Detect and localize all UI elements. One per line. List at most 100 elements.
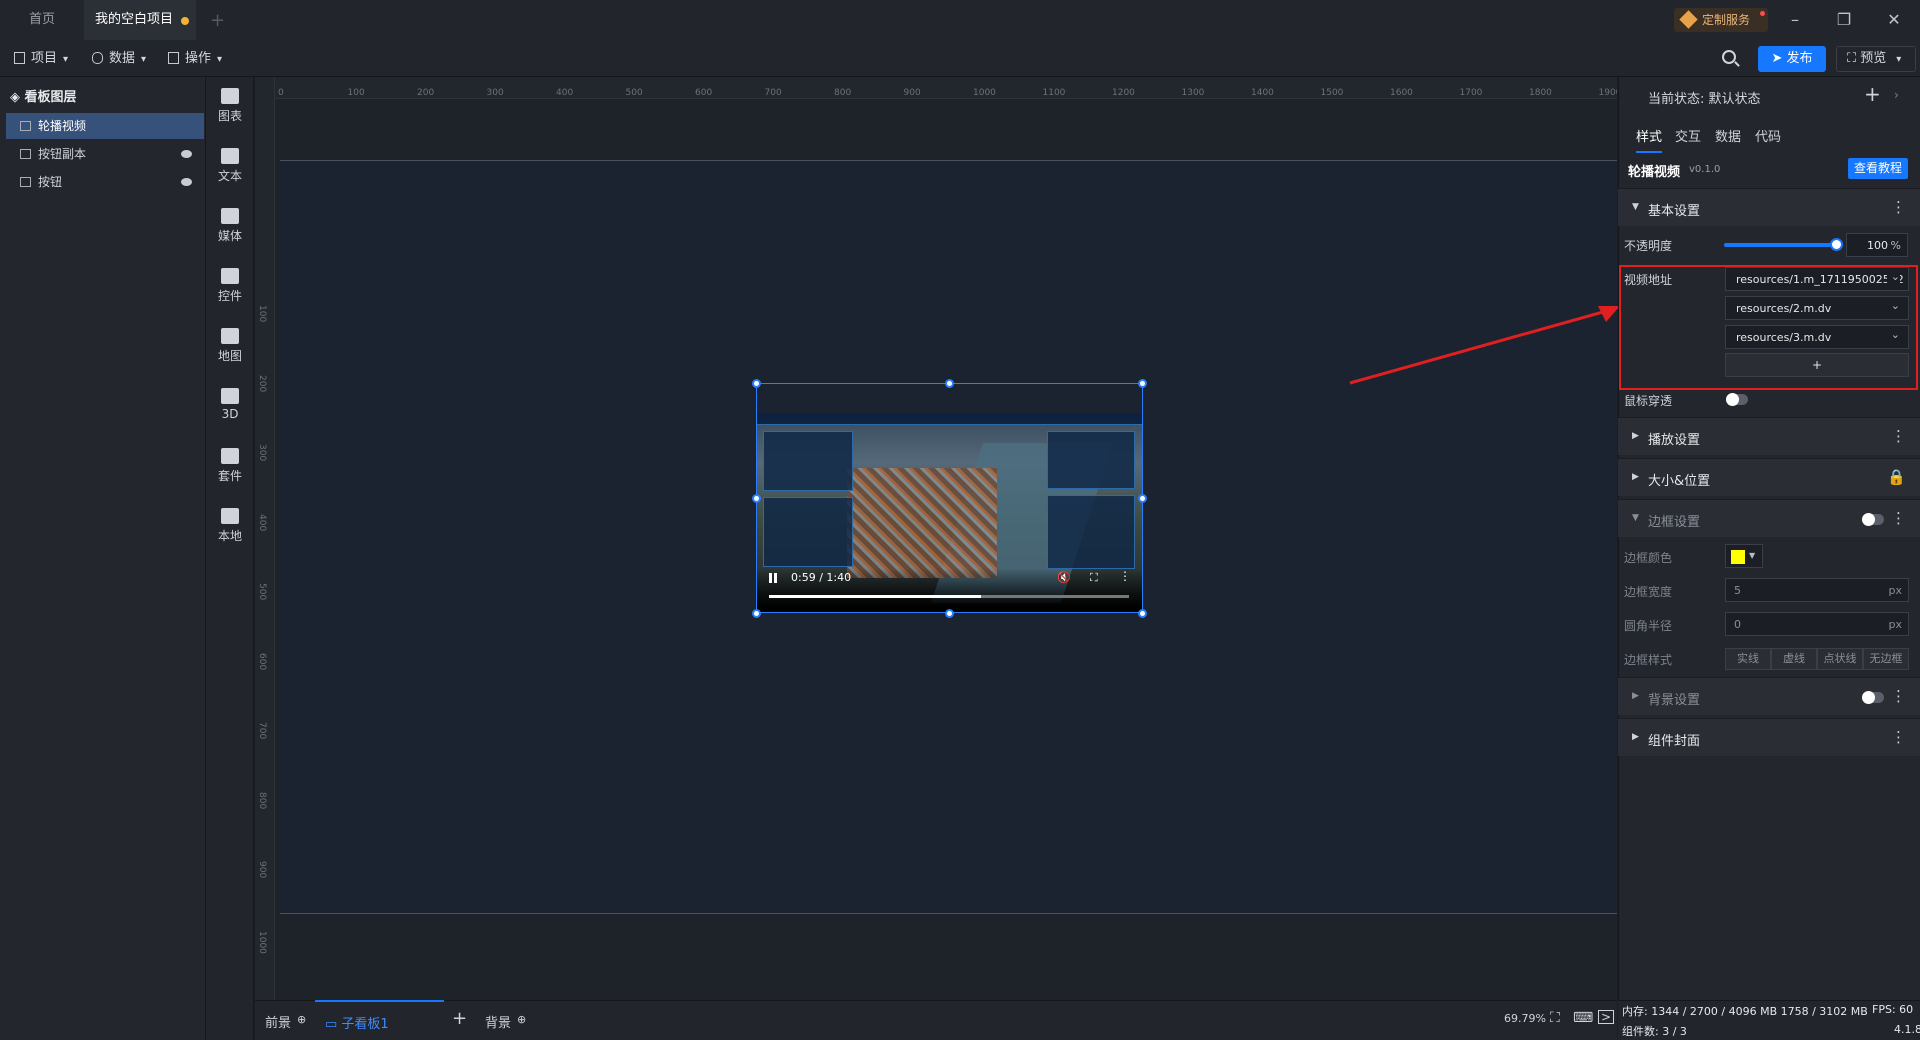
- layer-item[interactable]: 按钮: [6, 169, 204, 195]
- more-icon[interactable]: ⋮: [1891, 509, 1906, 527]
- menu-project-label: 项目: [31, 51, 58, 66]
- resize-handle[interactable]: [945, 379, 954, 388]
- tab-code[interactable]: 代码: [1755, 126, 1781, 145]
- add-tab-icon[interactable]: +: [210, 10, 225, 31]
- keyboard-icon[interactable]: ⌨: [1573, 1010, 1593, 1026]
- corner-radius-input[interactable]: 0 px: [1725, 612, 1909, 636]
- resize-handle[interactable]: [752, 379, 761, 388]
- caret-right-icon: ▶: [1632, 691, 1639, 701]
- opacity-label: 不透明度: [1624, 239, 1673, 253]
- resize-handle[interactable]: [1138, 379, 1147, 388]
- resize-handle[interactable]: [1138, 494, 1147, 503]
- ruler-tick-label: 100: [347, 88, 365, 98]
- opacity-input[interactable]: 100%: [1846, 233, 1908, 257]
- section-playback[interactable]: ▶ 播放设置 ⋮: [1618, 417, 1920, 455]
- resize-handle[interactable]: [1138, 609, 1147, 618]
- more-icon[interactable]: ⋮: [1891, 687, 1906, 705]
- resize-handle[interactable]: [945, 609, 954, 618]
- add-circle-icon[interactable]: ⊕: [297, 1013, 306, 1026]
- menu-operation[interactable]: 操作 ▾: [168, 48, 222, 70]
- fullscreen-icon: ⛶: [1847, 51, 1861, 66]
- close-icon[interactable]: ✕: [1884, 10, 1904, 29]
- minimize-icon[interactable]: –: [1785, 10, 1805, 29]
- tutorial-button[interactable]: 查看教程: [1848, 158, 1908, 179]
- tool-local[interactable]: 本地: [206, 508, 254, 544]
- section-size-position[interactable]: ▶ 大小&位置 🔒: [1618, 458, 1920, 496]
- more-icon[interactable]: ⋮: [1891, 427, 1906, 445]
- mouse-through-toggle[interactable]: [1726, 393, 1748, 406]
- layer-item[interactable]: 按钮副本: [6, 141, 204, 167]
- ruler-tick-label: 400: [556, 88, 574, 98]
- ruler-tick-label: 100: [257, 305, 267, 323]
- border-color-picker[interactable]: ▼: [1725, 544, 1763, 568]
- border-toggle[interactable]: [1862, 513, 1884, 526]
- component-name: 轮播视频: [1628, 165, 1681, 180]
- tab-project[interactable]: 我的空白项目: [84, 0, 196, 40]
- add-video-button[interactable]: +: [1725, 353, 1909, 377]
- shirt-icon: [221, 448, 239, 464]
- video-source-select[interactable]: resources/3.m.dv ⌄: [1725, 325, 1909, 349]
- opacity-slider-knob[interactable]: [1830, 238, 1843, 251]
- background-toggle[interactable]: [1862, 691, 1884, 704]
- chevron-down-icon: ⌄: [1886, 328, 1900, 341]
- send-icon: ➤: [1771, 51, 1787, 66]
- ruler-tick-label: 1000: [257, 930, 267, 954]
- corner-radius-value: 0: [1734, 618, 1741, 631]
- border-style-dashed[interactable]: 虚线: [1771, 648, 1817, 670]
- lock-icon[interactable]: 🔒: [1887, 468, 1906, 486]
- border-style-none[interactable]: 无边框: [1863, 648, 1909, 670]
- section-title: 基本设置: [1648, 204, 1701, 219]
- tool-kit[interactable]: 套件: [206, 448, 254, 484]
- unit-label: px: [1888, 618, 1903, 631]
- search-icon[interactable]: [1722, 50, 1736, 64]
- ruler-tick-label: 1600: [1390, 88, 1413, 98]
- tool-map[interactable]: 地图: [206, 328, 254, 364]
- section-basic[interactable]: ▼ 基本设置 ⋮: [1618, 188, 1920, 226]
- tool-control[interactable]: 控件: [206, 268, 254, 304]
- tool-3d[interactable]: 3D: [206, 388, 254, 421]
- tab-interaction[interactable]: 交互: [1675, 126, 1701, 145]
- video-source-select[interactable]: resources/2.m.dv ⌄: [1725, 296, 1909, 320]
- tool-text[interactable]: 文本: [206, 148, 254, 184]
- tool-chart[interactable]: 图表: [206, 88, 254, 124]
- section-cover[interactable]: ▶ 组件封面 ⋮: [1618, 718, 1920, 756]
- add-state-icon[interactable]: +: [1864, 82, 1881, 106]
- border-width-input[interactable]: 5 px: [1725, 578, 1909, 602]
- resize-handle[interactable]: [752, 494, 761, 503]
- background-layer-tab[interactable]: 背景 ⊕: [485, 1012, 526, 1031]
- more-icon[interactable]: ⋮: [1891, 728, 1906, 746]
- tab-data[interactable]: 数据: [1715, 126, 1741, 145]
- menu-project[interactable]: 项目 ▾: [14, 48, 68, 70]
- tab-style[interactable]: 样式: [1636, 126, 1663, 153]
- notification-dot: [1760, 11, 1765, 16]
- chevron-right-icon[interactable]: ›: [1894, 88, 1899, 102]
- add-circle-icon[interactable]: ⊕: [517, 1013, 526, 1026]
- hidden-eye-icon[interactable]: [181, 150, 192, 158]
- add-board-icon[interactable]: +: [452, 1008, 467, 1029]
- tool-media[interactable]: 媒体: [206, 208, 254, 244]
- preview-button[interactable]: ⛶ 预览 ▾: [1836, 46, 1916, 72]
- custom-service-label: 定制服务: [1702, 13, 1751, 27]
- publish-button[interactable]: ➤ 发布: [1758, 46, 1826, 72]
- border-style-dotted[interactable]: 点状线: [1817, 648, 1863, 670]
- custom-service-button[interactable]: 定制服务: [1674, 8, 1768, 32]
- opacity-slider[interactable]: [1724, 243, 1836, 247]
- tool-label: 套件: [217, 469, 242, 483]
- menu-data[interactable]: 数据 ▾: [92, 48, 146, 70]
- video-source-select[interactable]: resources/1.m_171195002532 ⌄: [1725, 267, 1909, 291]
- fit-screen-icon[interactable]: ⛶: [1550, 1010, 1560, 1026]
- corner-radius-label: 圆角半径: [1624, 619, 1673, 633]
- more-icon[interactable]: ⋮: [1891, 198, 1906, 216]
- layer-item[interactable]: 轮播视频: [6, 113, 204, 139]
- sub-board-tab[interactable]: ▭ 子看板1: [315, 1000, 444, 1040]
- tab-home[interactable]: 首页: [0, 0, 84, 40]
- front-layer-tab[interactable]: 前景 ⊕: [265, 1012, 306, 1031]
- border-style-solid[interactable]: 实线: [1725, 648, 1771, 670]
- screen-icon: ▭: [325, 1017, 342, 1032]
- hidden-eye-icon[interactable]: [181, 178, 192, 186]
- chevron-down-icon: ⌄: [1886, 270, 1900, 283]
- resize-handle[interactable]: [752, 609, 761, 618]
- restore-icon[interactable]: ❐: [1834, 10, 1854, 29]
- layer-label: 按钮: [38, 175, 63, 189]
- terminal-icon[interactable]: >: [1598, 1010, 1615, 1024]
